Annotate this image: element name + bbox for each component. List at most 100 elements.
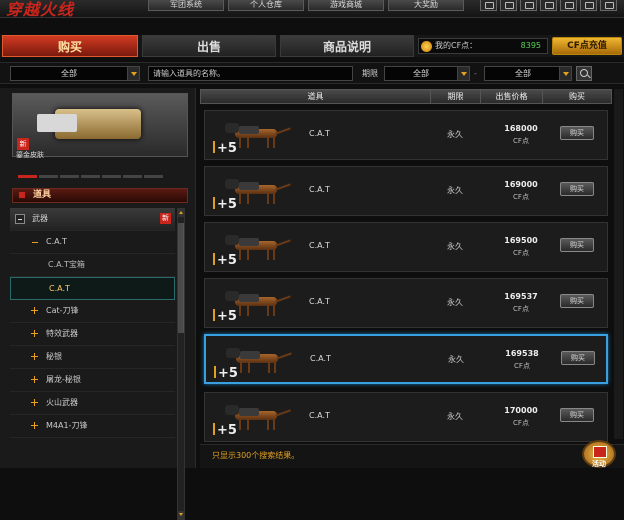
- category-header[interactable]: 道具: [12, 188, 188, 203]
- range-separator: -: [474, 69, 477, 78]
- window-icon[interactable]: [480, 0, 497, 11]
- tab-buy[interactable]: 购买: [2, 35, 138, 57]
- category-value: 全部: [61, 69, 77, 78]
- tree-item-label: Cat-刀锋: [46, 306, 79, 315]
- plus-icon: [31, 352, 40, 361]
- carousel-dot[interactable]: [18, 175, 37, 178]
- search-input[interactable]: 请输入道具的名称。: [148, 66, 353, 81]
- collapse-icon[interactable]: [15, 214, 25, 224]
- tree-item-cat[interactable]: C.A.T: [10, 231, 175, 254]
- monitor-icon[interactable]: [520, 0, 537, 11]
- network-icon[interactable]: [500, 0, 517, 11]
- gun-image: [37, 109, 141, 139]
- left-scrollbar[interactable]: [177, 208, 185, 520]
- period-select[interactable]: 全部: [384, 66, 470, 81]
- gear-icon[interactable]: [560, 0, 577, 11]
- product-name: C.A.T: [309, 241, 330, 250]
- plus-icon: [31, 306, 40, 315]
- plus-icon: [31, 421, 40, 430]
- product-currency: CF点: [513, 193, 529, 201]
- buy-button[interactable]: 购买: [561, 351, 595, 365]
- tab-sell[interactable]: 出售: [142, 35, 276, 57]
- buy-button[interactable]: 购买: [560, 182, 594, 196]
- search-button[interactable]: [576, 66, 592, 81]
- tree-item-cat-selected[interactable]: C.A.T: [10, 277, 175, 300]
- product-currency: CF点: [513, 305, 529, 313]
- product-currency: CF点: [513, 137, 529, 145]
- nav-legion[interactable]: 军团系统: [148, 0, 224, 11]
- buy-button[interactable]: 购买: [560, 294, 594, 308]
- product-price: 169500: [504, 236, 538, 245]
- tab-description[interactable]: 商品说明: [280, 35, 414, 57]
- buy-button[interactable]: 购买: [560, 408, 594, 422]
- carousel-dot[interactable]: [102, 175, 121, 178]
- gift-icon[interactable]: 活动: [582, 440, 616, 468]
- product-duration: 永久: [447, 186, 463, 195]
- buy-button[interactable]: 购买: [560, 238, 594, 252]
- right-scrollbar[interactable]: [614, 89, 623, 439]
- product-row[interactable]: +5 C.A.T 永久 169537 CF点 购买: [204, 278, 608, 328]
- plus-icon: [31, 398, 40, 407]
- cf-recharge-button[interactable]: CF点充值: [552, 37, 622, 55]
- tree-item-mithril[interactable]: 秘银: [10, 346, 175, 369]
- featured-preview[interactable]: 新 鎏金皮肤: [12, 93, 188, 159]
- carousel-dot[interactable]: [123, 175, 142, 178]
- carousel-dot[interactable]: [81, 175, 100, 178]
- footer-bar: 只显示300个搜索结果。: [200, 444, 624, 468]
- product-row[interactable]: +5 C.A.T 永久 168000 CF点 购买: [204, 110, 608, 160]
- lamp-icon[interactable]: [580, 0, 597, 11]
- chevron-down-icon: [457, 67, 469, 80]
- carousel-dot[interactable]: [60, 175, 79, 178]
- tree-item-m4a1-blade[interactable]: M4A1-刀锋: [10, 415, 175, 438]
- upgrade-level: +5: [213, 309, 237, 324]
- product-price: 169000: [504, 180, 538, 189]
- tree-item-cat-chest[interactable]: C.A.T宝箱: [10, 254, 175, 277]
- upgrade-level: +5: [213, 423, 237, 438]
- product-name: C.A.T: [309, 185, 330, 194]
- product-name: C.A.T: [309, 297, 330, 306]
- sort-select[interactable]: 全部: [484, 66, 572, 81]
- product-duration: 永久: [447, 242, 463, 251]
- carousel-dot[interactable]: [39, 175, 58, 178]
- tree-item-weapons[interactable]: 武器 新: [10, 208, 175, 231]
- product-row[interactable]: +5 C.A.T 永久 169500 CF点 购买: [204, 222, 608, 272]
- nav-reward[interactable]: 大奖励: [388, 0, 464, 11]
- product-price: 168000: [504, 124, 538, 133]
- tree-item-label: M4A1-刀锋: [46, 421, 88, 430]
- tree-item-volcano-weapons[interactable]: 火山武器: [10, 392, 175, 415]
- product-row-highlighted[interactable]: +5 C.A.T 永久 169538 CF点 购买: [204, 334, 608, 384]
- nav-mall[interactable]: 游戏商城: [308, 0, 384, 11]
- scroll-up-icon[interactable]: [178, 209, 184, 217]
- chevron-down-icon: [127, 67, 139, 80]
- col-duration: 期限: [431, 90, 481, 103]
- tree-item-label: C.A.T宝箱: [48, 260, 85, 269]
- col-buy: 购买: [569, 92, 585, 101]
- close-icon[interactable]: [600, 0, 617, 11]
- category-select[interactable]: 全部: [10, 66, 140, 81]
- carousel-dot[interactable]: [144, 175, 163, 178]
- product-duration: 永久: [447, 412, 463, 421]
- scroll-thumb[interactable]: [178, 223, 184, 333]
- minus-icon: [32, 242, 38, 243]
- results-note: 只显示300个搜索结果。: [212, 451, 300, 460]
- product-price: 169538: [505, 349, 539, 358]
- period-label: 期限: [362, 69, 378, 78]
- tree-item-dragon-mithril[interactable]: 屠龙-秘银: [10, 369, 175, 392]
- cf-points-display: 我的CF点： 8395: [418, 38, 548, 54]
- coin-icon: [421, 41, 432, 52]
- product-currency: CF点: [514, 362, 530, 370]
- preview-caption: 鎏金皮肤: [16, 151, 44, 159]
- logo-text: 穿越火线: [6, 0, 75, 18]
- category-tree: 武器 新 C.A.T C.A.T宝箱 C.A.T Cat-刀锋 特效武器 秘银 屠…: [10, 208, 175, 438]
- upgrade-level: +5: [213, 197, 237, 212]
- col-item: 道具: [201, 90, 431, 103]
- tree-item-effect-weapons[interactable]: 特效武器: [10, 323, 175, 346]
- product-row[interactable]: +5 C.A.T 永久 170000 CF点 购买: [204, 392, 608, 442]
- tree-item-cat-blade[interactable]: Cat-刀锋: [10, 300, 175, 323]
- filter-bar: 全部 请输入道具的名称。 期限 全部 - 全部: [0, 62, 624, 84]
- nav-warehouse[interactable]: 个人仓库: [228, 0, 304, 11]
- settings-icon[interactable]: [540, 0, 557, 11]
- scroll-down-icon[interactable]: [178, 511, 184, 519]
- product-row[interactable]: +5 C.A.T 永久 169000 CF点 购买: [204, 166, 608, 216]
- buy-button[interactable]: 购买: [560, 126, 594, 140]
